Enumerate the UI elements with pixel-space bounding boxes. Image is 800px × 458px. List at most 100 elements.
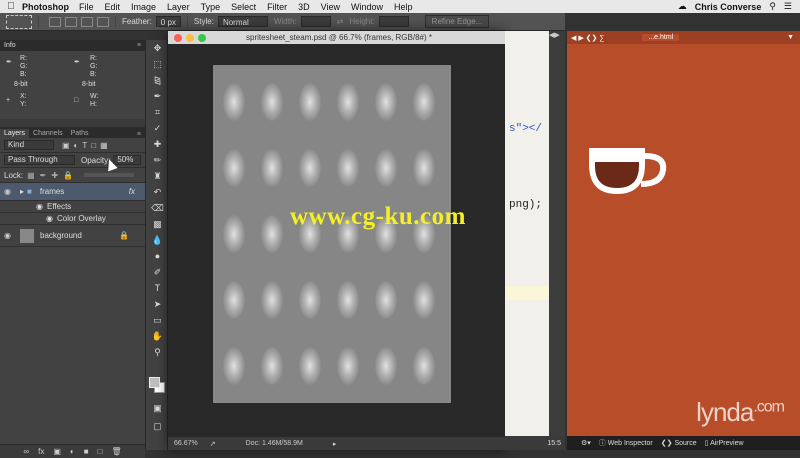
status-menu-icon[interactable]: ▸ [333,440,337,448]
document-titlebar: spritesheet_steam.psd @ 66.7% (frames, R… [168,31,505,44]
apple-icon[interactable]:  [0,1,22,12]
tab-channels[interactable]: Channels [29,129,67,138]
editor-tag-icons[interactable]: ◀▶ [549,31,565,41]
effect-eye-icon[interactable]: ◉ [36,202,43,211]
layer-effects[interactable]: ◉ Effects [0,201,145,213]
menu-3d[interactable]: 3D [298,2,310,12]
refine-edge-button[interactable]: Refine Edge... [424,15,490,28]
gradient-tool-icon[interactable]: ▩ [146,216,169,232]
dodge-tool-icon[interactable]: ● [146,248,169,264]
steam-frame [337,83,359,121]
height-input[interactable] [378,16,409,27]
blur-tool-icon[interactable]: 💧 [146,232,169,248]
share-icon[interactable]: ↗ [210,440,216,448]
nav-icons[interactable]: ◀ ▶ ❮❯ ∑ [571,34,604,42]
marquee-tool-icon[interactable]: ⬚ [146,56,169,72]
airpreview-label: AirPreview [710,440,744,447]
adjustment-icon[interactable]: ◐ [70,447,75,456]
brush-tool-icon[interactable]: ✏ [146,152,169,168]
zoom-window-icon[interactable] [198,33,206,42]
preview-tab[interactable]: ...e.html [642,34,680,41]
fill-slider[interactable] [84,173,135,177]
feather-input[interactable]: 0 px [155,16,181,27]
path-select-icon[interactable]: ➤ [146,296,169,312]
panel-menu-icon[interactable]: ≡ [137,42,141,49]
link-icon[interactable]: ∞ [23,447,29,456]
new-layer-icon[interactable]: □ [98,447,103,456]
lasso-tool-icon[interactable]: ⧎ [146,72,169,88]
add-selection-icon[interactable] [65,16,77,27]
crop-tool-icon[interactable]: ⌗ [146,104,169,120]
trash-icon[interactable]: 🗑 [111,447,121,456]
tab-layers[interactable]: Layers [0,129,30,138]
filter-icons[interactable]: ▣◐T□▦ [62,141,112,150]
new-selection-icon[interactable] [49,16,61,27]
close-window-icon[interactable] [174,33,182,42]
fx-badge[interactable]: fx [129,187,135,196]
width-input[interactable] [300,16,331,27]
intersect-selection-icon[interactable] [97,16,109,27]
zoom-level[interactable]: 66.67% [174,440,198,447]
search-icon[interactable]: ⚲ [769,1,776,12]
zoom-tool-icon[interactable]: ⚲ [146,344,169,360]
visibility-eye-icon[interactable]: ◉ [4,187,14,196]
stamp-tool-icon[interactable]: ♜ [146,168,169,184]
airpreview-button[interactable]: ▯ AirPreview [705,439,744,447]
screen-mode-icon[interactable]: ▢ [146,418,169,434]
menu-type[interactable]: Type [201,2,221,12]
web-inspector-button[interactable]: ⓘ Web Inspector [599,438,653,448]
effect-eye-icon[interactable]: ◉ [46,214,53,223]
group-icon[interactable]: ■ [84,447,89,456]
type-tool-icon[interactable]: T [146,280,169,296]
swap-icon[interactable]: ⇄ [337,17,344,26]
style-select[interactable]: Normal [217,16,268,27]
cloud-icon[interactable]: ☁ [678,1,687,12]
eraser-tool-icon[interactable]: ⌫ [146,200,169,216]
info-rgb-2: R: G: B: [90,55,98,78]
layer-frames[interactable]: ◉ ▸ ■ frames fx [0,183,145,201]
menu-filter[interactable]: Filter [267,2,287,12]
foreground-color-swatch[interactable] [149,377,160,388]
move-tool-icon[interactable]: ✥ [146,40,169,56]
menu-window[interactable]: Window [351,2,383,12]
list-icon[interactable]: ☰ [784,1,792,12]
steam-frame [413,347,435,385]
marquee-tool-icon[interactable] [6,14,32,29]
healing-tool-icon[interactable]: ✚ [146,136,169,152]
quick-select-icon[interactable]: ✒ [146,88,169,104]
opacity-input[interactable]: 50% [113,155,141,165]
crosshair-icon: + [6,97,11,104]
menu-help[interactable]: Help [394,2,413,12]
pen-tool-icon[interactable]: ✐ [146,264,169,280]
visibility-eye-icon[interactable]: ◉ [4,231,14,240]
tab-paths[interactable]: Paths [67,129,93,138]
hand-tool-icon[interactable]: ✋ [146,328,169,344]
menu-view[interactable]: View [321,2,340,12]
blend-mode-select[interactable]: Pass Through [4,155,75,165]
settings-gear-icon[interactable]: ⚙▾ [581,439,591,447]
user-name[interactable]: Chris Converse [695,2,762,12]
layer-color-overlay[interactable]: ◉ Color Overlay [0,213,145,225]
history-brush-icon[interactable]: ↶ [146,184,169,200]
menu-file[interactable]: File [79,2,94,12]
menu-image[interactable]: Image [131,2,156,12]
kind-filter-select[interactable]: Kind [4,140,54,150]
disclosure-triangle-icon[interactable]: ▸ [20,187,24,196]
minimize-window-icon[interactable] [186,33,194,42]
lock-icons[interactable]: ▦✒✚🔒 [27,171,78,180]
menu-edit[interactable]: Edit [105,2,121,12]
fx-icon[interactable]: fx [38,447,44,456]
menu-select[interactable]: Select [231,2,256,12]
eyedropper-tool-icon[interactable]: ✓ [146,120,169,136]
app-menu[interactable]: Photoshop [22,2,69,12]
subtract-selection-icon[interactable] [81,16,93,27]
quick-mask-icon[interactable]: ▣ [146,400,169,416]
shape-tool-icon[interactable]: ▭ [146,312,169,328]
source-button[interactable]: ❮❯ Source [661,439,697,447]
menu-layer[interactable]: Layer [167,2,190,12]
document-canvas[interactable] [213,65,451,403]
layer-background[interactable]: ◉ background 🔒 [0,225,145,247]
panel-menu-icon[interactable]: ≡ [137,131,145,138]
preview-menu-icon[interactable]: ▼ [787,34,800,41]
mask-icon[interactable]: ▣ [53,447,61,456]
